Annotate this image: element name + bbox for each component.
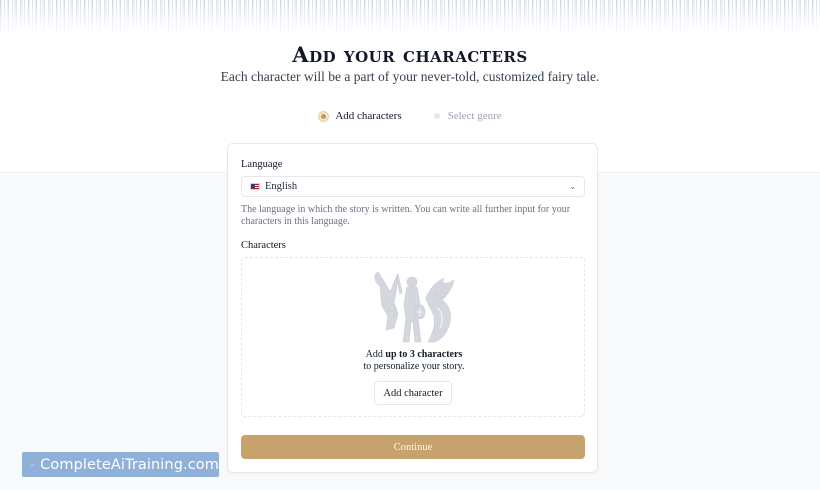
dropzone-instructions: Add up to 3 characters to personalize yo… — [242, 349, 586, 372]
step-add-characters[interactable]: Add characters — [318, 110, 402, 122]
page-subtitle: Each character will be a part of your ne… — [220, 69, 600, 84]
continue-button[interactable]: Continue — [241, 435, 585, 459]
dropzone-line1-prefix: Add — [365, 349, 386, 360]
step-label: Add characters — [335, 110, 402, 122]
dropzone-line1-bold: up to 3 characters — [385, 349, 463, 360]
language-help-text: The language in which the story is writt… — [241, 204, 571, 227]
watermark-badge: CompleteAiTraining.com — [22, 452, 219, 477]
knight-dragon-illustration-icon — [374, 271, 455, 343]
characters-dropzone[interactable]: Add up to 3 characters to personalize yo… — [241, 257, 585, 417]
watermark-text: CompleteAiTraining.com — [40, 456, 219, 473]
dropzone-line2: to personalize your story. — [363, 360, 465, 372]
step-inactive-indicator-icon — [433, 113, 440, 119]
page-title: Add your characters — [292, 42, 528, 67]
characters-label: Characters — [241, 240, 286, 251]
progress-stepper: Add characters Select genre — [0, 110, 820, 122]
us-flag-icon — [250, 183, 260, 190]
step-active-indicator-icon — [318, 110, 330, 122]
language-label: Language — [241, 159, 283, 170]
language-select[interactable]: English ⌄ — [241, 176, 585, 197]
decorative-header-texture — [0, 0, 820, 34]
step-select-genre[interactable]: Select genre — [432, 110, 502, 122]
hero-section: Add your characters Each character will … — [0, 42, 820, 86]
chevron-down-icon: ⌄ — [569, 182, 576, 191]
character-form-card: Language English ⌄ The language in which… — [227, 143, 598, 473]
sparkle-logo-icon — [31, 463, 34, 466]
step-label: Select genre — [447, 110, 502, 122]
language-value: English — [265, 181, 298, 192]
add-character-button[interactable]: Add character — [374, 381, 452, 405]
